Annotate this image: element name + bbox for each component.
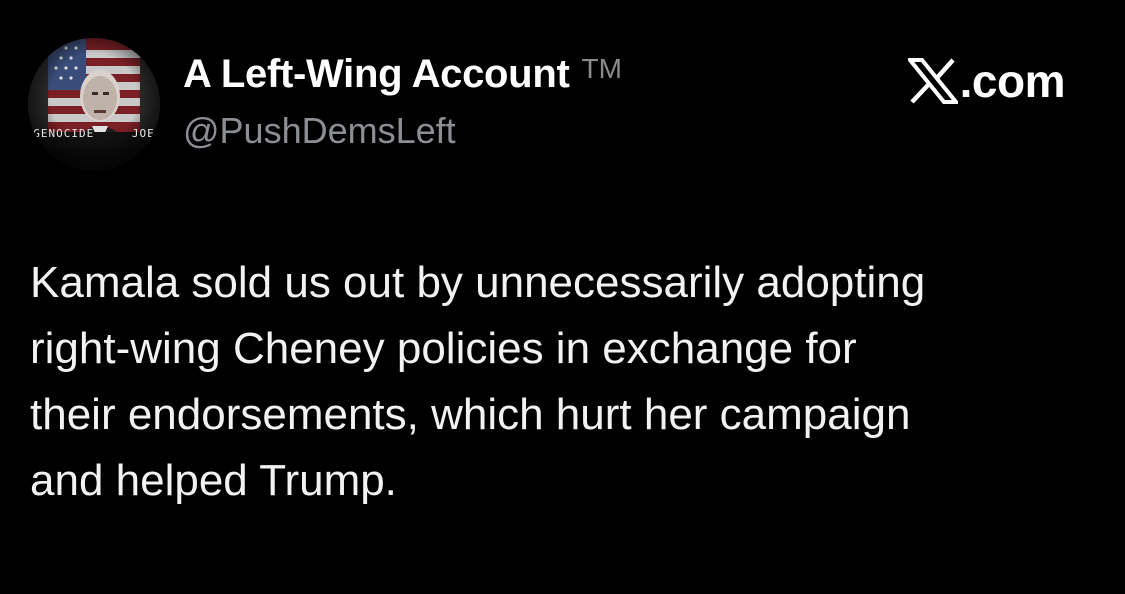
tweet-card: GENOCIDE JOE A Left-Wing Account TM @Pus… <box>0 0 1125 594</box>
avatar[interactable]: GENOCIDE JOE <box>28 38 160 170</box>
x-brand: .com <box>907 54 1066 108</box>
brand-domain-text: .com <box>959 55 1066 107</box>
tweet-line: right-wing Cheney policies in exchange f… <box>30 324 857 373</box>
tweet-line: their endorsements, which hurt her campa… <box>30 390 911 439</box>
display-name[interactable]: A Left-Wing Account <box>183 52 570 97</box>
author-name-row: A Left-Wing Account TM <box>183 52 622 97</box>
avatar-image <box>28 38 160 170</box>
avatar-caption: GENOCIDE JOE <box>33 127 155 140</box>
tweet-line: and helped Trump. <box>30 456 397 505</box>
tweet-body: Kamala sold us out by unnecessarily adop… <box>30 250 1090 514</box>
trademark-mark: TM <box>581 53 622 84</box>
author-handle[interactable]: @PushDemsLeft <box>183 110 456 152</box>
tweet-line: Kamala sold us out by unnecessarily adop… <box>30 258 926 307</box>
x-logo-icon <box>907 58 958 104</box>
